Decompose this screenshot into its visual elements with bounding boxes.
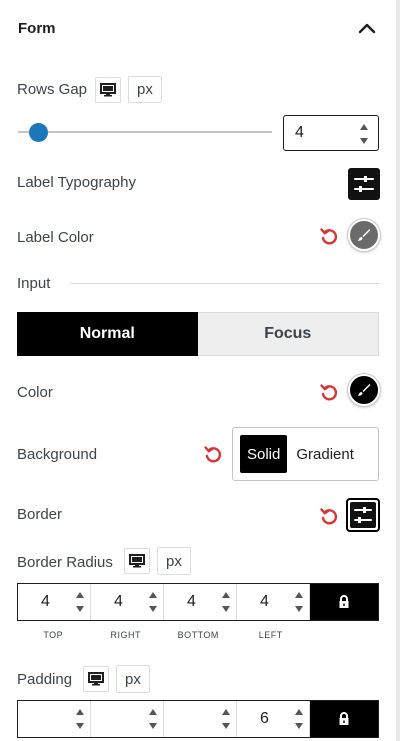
background-type-toggle: Solid Gradient	[232, 427, 379, 481]
color-swatch[interactable]	[348, 374, 380, 406]
increment-icon[interactable]	[74, 589, 86, 601]
increment-icon[interactable]	[293, 706, 305, 718]
input-heading: Input	[17, 275, 51, 292]
section-title: Form	[18, 20, 56, 37]
link-values-button[interactable]	[310, 584, 378, 620]
rows-gap-input[interactable]: 4	[283, 115, 379, 151]
padding-right-input[interactable]	[91, 701, 164, 737]
decrement-icon[interactable]	[293, 720, 305, 732]
brush-icon	[358, 229, 371, 241]
desktop-icon[interactable]	[124, 548, 150, 574]
border-radius-label: Border Radius	[17, 554, 113, 571]
desktop-icon[interactable]	[95, 77, 121, 103]
tab-normal[interactable]: Normal	[17, 312, 198, 356]
rows-gap-label: Rows Gap	[17, 81, 88, 98]
increment-icon[interactable]	[358, 121, 370, 133]
decrement-icon[interactable]	[147, 720, 159, 732]
chevron-up-icon[interactable]	[356, 18, 378, 40]
reset-icon[interactable]	[319, 382, 339, 402]
border-radius-top-input[interactable]: 4	[18, 584, 91, 620]
padding-bottom-input[interactable]	[164, 701, 237, 737]
rows-gap-value: 4	[295, 124, 304, 141]
border-radius-right-input[interactable]: 4	[91, 584, 164, 620]
decrement-icon[interactable]	[74, 720, 86, 732]
rows-gap-slider-thumb[interactable]	[29, 123, 48, 142]
padding-left-input[interactable]: 6	[237, 701, 310, 737]
color-label: Color	[17, 384, 53, 401]
increment-icon[interactable]	[147, 589, 159, 601]
label-color-label: Label Color	[17, 229, 94, 246]
padding-label: Padding	[17, 671, 73, 688]
increment-icon[interactable]	[220, 589, 232, 601]
padding-top-input[interactable]	[18, 701, 91, 737]
border-settings-button[interactable]	[346, 498, 380, 532]
rows-gap-slider-track[interactable]	[18, 131, 272, 133]
padding-unit[interactable]: px	[116, 665, 150, 693]
padding-dimensions: 6	[17, 700, 379, 738]
brush-icon	[358, 384, 371, 396]
border-radius-sublabels: TOP RIGHT BOTTOM LEFT	[17, 630, 307, 640]
form-settings-panel: Form Rows Gap px 4 Label Typography Labe…	[0, 0, 396, 741]
border-radius-dimensions: 4 4 4 4	[17, 583, 379, 621]
background-solid-option[interactable]: Solid	[240, 435, 288, 473]
sliders-icon	[350, 502, 376, 528]
label-typography-label: Label Typography	[17, 174, 136, 191]
desktop-icon[interactable]	[83, 666, 109, 692]
background-label: Background	[17, 446, 98, 463]
decrement-icon[interactable]	[220, 603, 232, 615]
border-radius-bottom-input[interactable]: 4	[164, 584, 237, 620]
decrement-icon[interactable]	[293, 603, 305, 615]
decrement-icon[interactable]	[74, 603, 86, 615]
increment-icon[interactable]	[147, 706, 159, 718]
sublabel-bottom: BOTTOM	[177, 630, 219, 640]
sublabel-left: LEFT	[258, 630, 283, 640]
reset-icon[interactable]	[203, 444, 223, 464]
lock-icon	[339, 595, 349, 608]
decrement-icon[interactable]	[358, 135, 370, 147]
rows-gap-unit[interactable]: px	[128, 76, 162, 103]
border-label: Border	[17, 506, 63, 523]
reset-icon[interactable]	[319, 506, 339, 526]
state-tabs: Normal Focus	[17, 312, 379, 356]
border-radius-left-input[interactable]: 4	[237, 584, 310, 620]
panel-scrollbar[interactable]	[396, 0, 400, 741]
increment-icon[interactable]	[293, 589, 305, 601]
input-divider	[70, 283, 380, 284]
decrement-icon[interactable]	[147, 603, 159, 615]
link-values-button[interactable]	[310, 701, 378, 737]
increment-icon[interactable]	[220, 706, 232, 718]
lock-icon	[339, 712, 349, 725]
sliders-icon[interactable]	[348, 168, 380, 200]
reset-icon[interactable]	[319, 226, 339, 246]
sublabel-right: RIGHT	[110, 630, 141, 640]
decrement-icon[interactable]	[220, 720, 232, 732]
sublabel-top: TOP	[43, 630, 64, 640]
background-gradient-option[interactable]: Gradient	[289, 435, 361, 473]
tab-focus[interactable]: Focus	[197, 312, 379, 356]
increment-icon[interactable]	[74, 706, 86, 718]
label-color-swatch[interactable]	[348, 219, 380, 251]
border-radius-unit[interactable]: px	[157, 547, 191, 575]
